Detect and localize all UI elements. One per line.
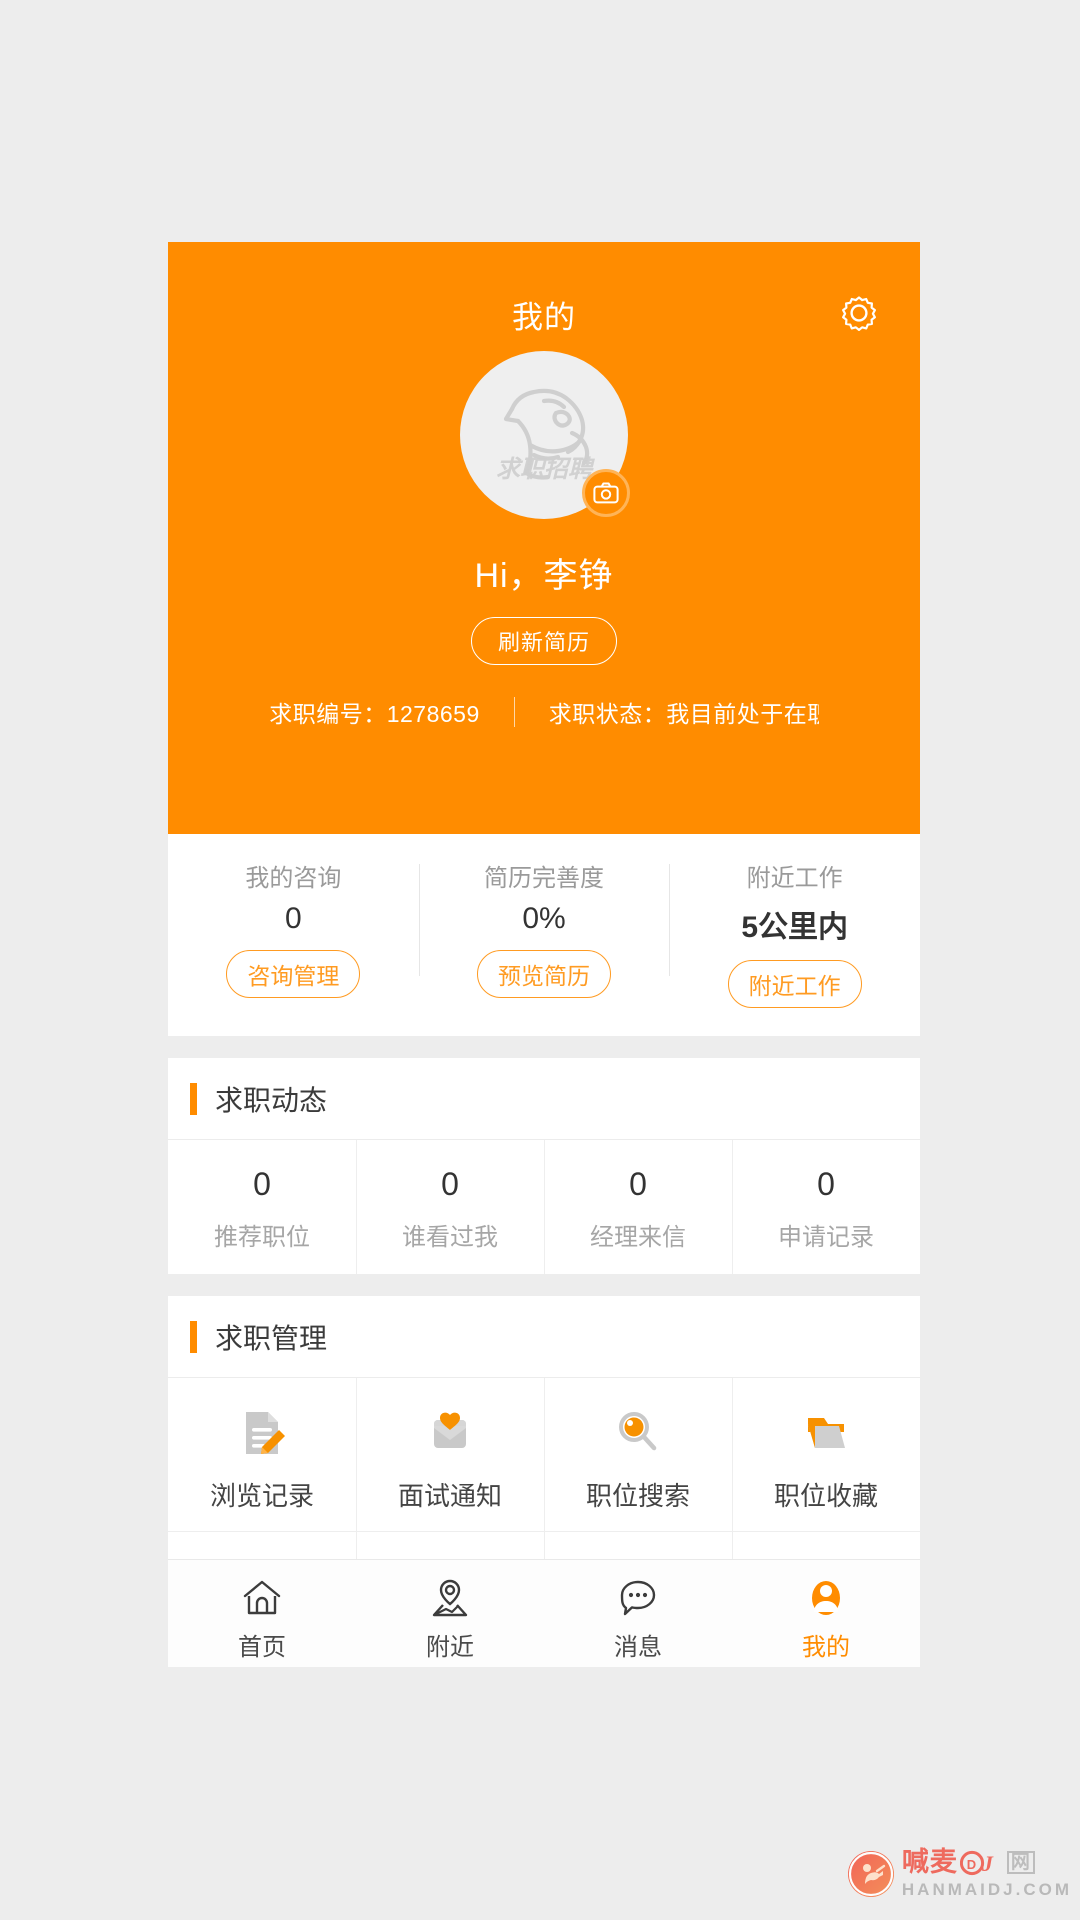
tab-mine[interactable]: 我的 — [732, 1560, 920, 1667]
job-number: 求职编号：1278659 — [269, 695, 480, 729]
job-status-value: 我目前处于在职… — [666, 701, 819, 727]
dynamics-section-title: 求职动态 — [215, 1084, 328, 1116]
divider — [513, 697, 515, 727]
header-bar: 我的 — [168, 242, 920, 338]
stat-my-consult[interactable]: 我的咨询 0 咨询管理 — [168, 858, 419, 1008]
tab-messages[interactable]: 消息 — [544, 1560, 732, 1667]
dynamics-item-who-viewed-me[interactable]: 0 谁看过我 — [356, 1140, 544, 1274]
nearby-jobs-button[interactable]: 附近工作 — [727, 960, 862, 1008]
document-pencil-icon — [168, 1402, 356, 1464]
watermark-text: 喊麦 D J 网 HANMAIDJ.COM — [901, 1849, 1072, 1899]
profile-meta: 求职编号：1278659 求职状态：我目前处于在职… — [168, 695, 920, 729]
dynamics-item-applications[interactable]: 0 申请记录 — [732, 1140, 920, 1274]
label: 推荐职位 — [214, 1224, 310, 1251]
label: 浏览记录 — [209, 1481, 314, 1511]
gear-icon[interactable] — [836, 290, 882, 336]
management-item-job-search[interactable]: 职位搜索 — [544, 1378, 732, 1531]
count: 0 — [629, 1166, 647, 1202]
management-section-title: 求职管理 — [215, 1322, 328, 1354]
label: 职位收藏 — [773, 1481, 878, 1511]
avatar-wrap[interactable]: 求职招聘 — [460, 351, 630, 519]
bottom-tab-bar: 首页 附近 消息 我的 — [168, 1559, 920, 1667]
job-number-label: 求职编号： — [269, 701, 387, 727]
label: 经理来信 — [590, 1224, 686, 1251]
folder-open-icon — [732, 1402, 920, 1464]
management-item-browse-history[interactable]: 浏览记录 — [168, 1378, 356, 1531]
section-gap-2 — [168, 1274, 920, 1296]
job-number-value: 1278659 — [386, 701, 480, 727]
dynamics-grid: 0 推荐职位 0 谁看过我 0 经理来信 0 申请记录 — [168, 1140, 920, 1274]
job-status[interactable]: 求职状态：我目前处于在职… — [549, 695, 819, 729]
management-grid-row-1: 浏览记录 面试通知 职位搜索 职位收藏 — [168, 1378, 920, 1532]
count: 0 — [817, 1166, 835, 1202]
section-accent-bar — [190, 1320, 197, 1353]
label: 面试通知 — [397, 1481, 502, 1511]
count: 0 — [253, 1166, 271, 1202]
camera-icon[interactable] — [582, 469, 630, 517]
consult-manage-button[interactable]: 咨询管理 — [226, 950, 361, 998]
watermark-en: HANMAIDJ.COM — [901, 1880, 1072, 1899]
svg-text:J: J — [981, 1851, 994, 1876]
magnifier-icon — [544, 1402, 732, 1464]
management-item-job-favorites[interactable]: 职位收藏 — [732, 1378, 920, 1531]
tab-label: 首页 — [238, 1633, 286, 1661]
watermark-cn: 喊麦 D J 网 — [902, 1849, 1072, 1876]
stat-label: 附近工作 — [746, 865, 843, 892]
stats-row: 我的咨询 0 咨询管理 简历完善度 0% 预览简历 附近工作 5公里内 附近工作 — [168, 834, 920, 1036]
stat-label: 简历完善度 — [484, 865, 604, 892]
stat-value: 5公里内 — [741, 911, 849, 944]
watermark-dj-badge: D J — [959, 1850, 1002, 1876]
dynamics-section-header: 求职动态 — [168, 1058, 920, 1140]
tab-label: 附近 — [426, 1633, 474, 1661]
watermark-cn-left: 喊麦 — [901, 1847, 958, 1877]
watermark-cn-right: 网 — [1006, 1851, 1035, 1874]
tab-home[interactable]: 首页 — [168, 1560, 356, 1667]
section-gap — [168, 1036, 920, 1058]
refresh-resume-button[interactable]: 刷新简历 — [470, 617, 617, 665]
envelope-heart-icon — [356, 1402, 544, 1464]
stat-resume-completion[interactable]: 简历完善度 0% 预览简历 — [418, 858, 670, 1008]
profile-header: 我的 求职招聘 Hi，李铮 刷新简历 求职编号：1278659 求职状态：我目前… — [168, 242, 920, 834]
label: 申请记录 — [778, 1224, 874, 1251]
section-accent-bar — [190, 1082, 197, 1115]
watermark-logo-icon — [847, 1850, 894, 1897]
stat-nearby-jobs[interactable]: 附近工作 5公里内 附近工作 — [669, 858, 920, 1008]
stat-value: 0% — [522, 902, 566, 935]
svg-text:求职招聘: 求职招聘 — [496, 456, 595, 483]
screenshot-canvas: 我的 求职招聘 Hi，李铮 刷新简历 求职编号：1278659 求职状态：我目前… — [0, 0, 1080, 1920]
dynamics-item-recommended[interactable]: 0 推荐职位 — [168, 1140, 356, 1274]
dynamics-item-manager-letters[interactable]: 0 经理来信 — [544, 1140, 732, 1274]
preview-resume-button[interactable]: 预览简历 — [477, 950, 611, 998]
svg-text:D: D — [967, 1857, 977, 1872]
tab-label: 我的 — [802, 1633, 850, 1661]
person-icon — [804, 1572, 848, 1620]
label: 职位搜索 — [585, 1481, 690, 1511]
phone-viewport: 我的 求职招聘 Hi，李铮 刷新简历 求职编号：1278659 求职状态：我目前… — [168, 242, 920, 1667]
management-item-interview-notice[interactable]: 面试通知 — [356, 1378, 544, 1531]
map-pin-icon — [428, 1572, 472, 1620]
stat-value: 0 — [284, 902, 302, 935]
stat-label: 我的咨询 — [245, 865, 342, 892]
management-section-header: 求职管理 — [168, 1296, 920, 1378]
job-status-label: 求职状态： — [548, 701, 667, 727]
chat-bubble-icon — [616, 1572, 660, 1620]
dynamics-card: 求职动态 0 推荐职位 0 谁看过我 0 经理来信 0 申请记录 — [168, 1058, 920, 1274]
label: 谁看过我 — [402, 1224, 498, 1251]
stats-card: 我的咨询 0 咨询管理 简历完善度 0% 预览简历 附近工作 5公里内 附近工作 — [168, 834, 920, 1036]
count: 0 — [441, 1166, 459, 1202]
tab-nearby[interactable]: 附近 — [356, 1560, 544, 1667]
watermark: 喊麦 D J 网 HANMAIDJ.COM — [847, 1849, 1072, 1899]
page-title: 我的 — [512, 300, 576, 335]
tab-label: 消息 — [614, 1633, 662, 1661]
greeting-text: Hi，李铮 — [474, 557, 614, 595]
home-icon — [240, 1572, 284, 1620]
